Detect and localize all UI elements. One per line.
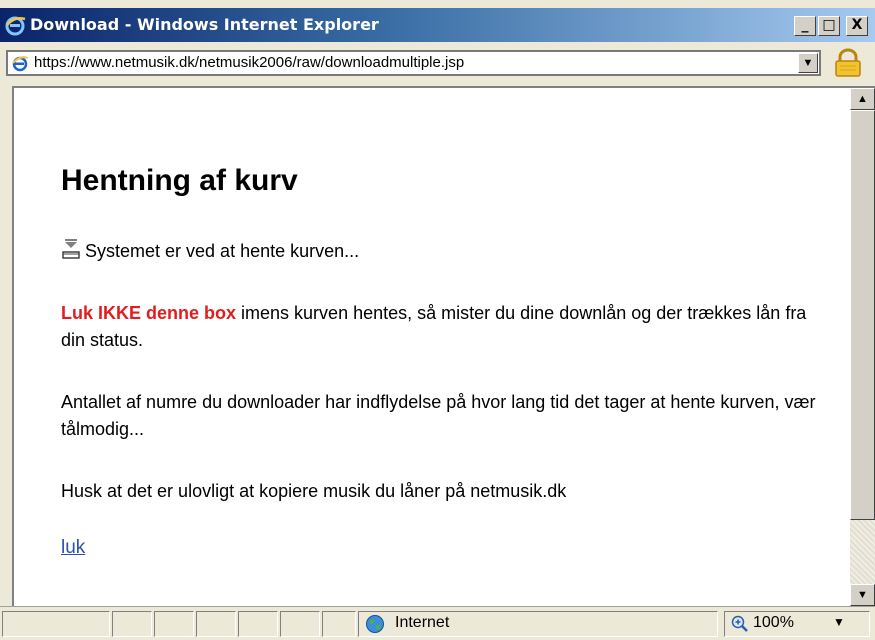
content-frame: Hentning af kurv Systemet er ved at hent… (12, 86, 875, 606)
status-pane (112, 611, 152, 637)
status-text-pane (2, 611, 110, 637)
scroll-up-button[interactable]: ▲ (850, 88, 875, 110)
info-paragraph: Antallet af numre du downloader har indf… (61, 392, 816, 439)
ie-logo-icon (5, 16, 26, 36)
notice-paragraph: Husk at det er ulovligt at kopiere musik… (61, 481, 567, 501)
warning-bold-text: Luk IKKE denne box (61, 303, 237, 323)
page-content: Hentning af kurv Systemet er ved at hent… (14, 88, 850, 606)
scroll-down-button[interactable]: ▼ (850, 584, 875, 606)
minimize-button[interactable]: _ (794, 16, 816, 36)
globe-icon (366, 615, 384, 633)
warning-paragraph: Luk IKKE denne box imens kurven hentes, … (61, 300, 821, 354)
lock-icon (835, 48, 861, 77)
browser-window: Download - Windows Internet Explorer _ □… (0, 0, 875, 640)
zone-label: Internet (395, 614, 450, 631)
status-text: Systemet er ved at hente kurven... (85, 241, 360, 261)
page-title: Hentning af kurv (61, 164, 298, 197)
scroll-thumb[interactable] (850, 110, 875, 520)
vertical-scrollbar[interactable]: ▲ ▼ (850, 88, 875, 606)
maximize-button[interactable]: □ (818, 16, 840, 36)
zoom-control[interactable]: 100% ▼ (724, 611, 870, 637)
address-bar: https://www.netmusik.dk/netmusik2006/raw… (0, 42, 875, 86)
status-pane (154, 611, 194, 637)
close-window-button[interactable]: X (846, 16, 868, 36)
status-pane (238, 611, 278, 637)
download-icon (62, 239, 80, 259)
url-field[interactable]: https://www.netmusik.dk/netmusik2006/raw… (6, 50, 821, 76)
window-title: Download - Windows Internet Explorer (30, 15, 379, 34)
zoom-dropdown-icon[interactable]: ▼ (833, 615, 845, 629)
close-link[interactable]: luk (61, 537, 85, 559)
page-icon (12, 56, 29, 72)
status-line: Systemet er ved at hente kurven... (61, 238, 359, 262)
status-pane (196, 611, 236, 637)
title-bar[interactable]: Download - Windows Internet Explorer _ □… (0, 8, 875, 42)
zoom-level: 100% (753, 614, 794, 631)
security-zone[interactable]: Internet (358, 611, 718, 637)
url-text: https://www.netmusik.dk/netmusik2006/raw… (34, 54, 465, 71)
status-pane (280, 611, 320, 637)
status-pane (322, 611, 356, 637)
zoom-icon (731, 615, 748, 632)
security-lock-button[interactable] (826, 48, 870, 78)
status-bar: Internet 100% ▼ (0, 606, 875, 640)
url-dropdown-button[interactable]: ▼ (798, 53, 818, 73)
